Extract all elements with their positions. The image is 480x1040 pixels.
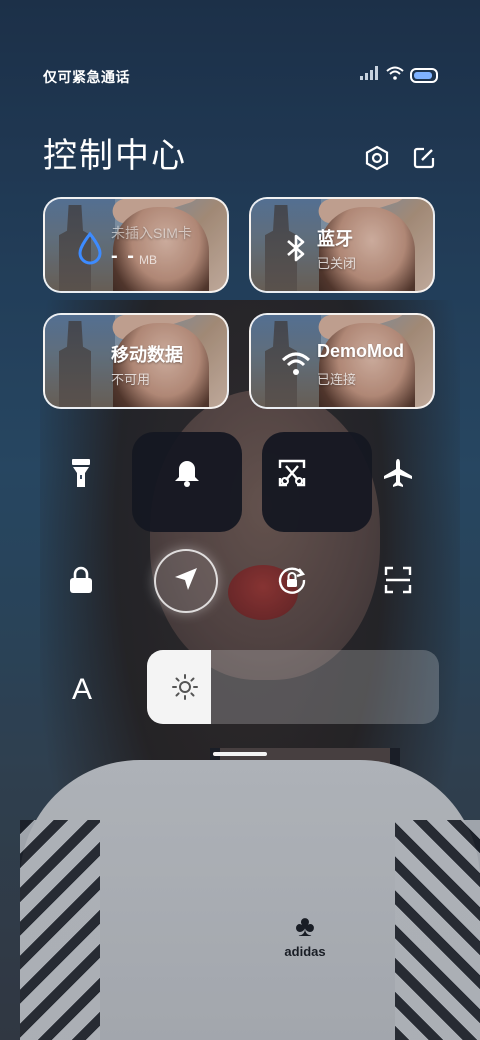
mobile-data-tile[interactable]: 移动数据 不可用 — [43, 313, 229, 409]
wifi-tile[interactable]: DemoMod 已连接 — [249, 313, 435, 409]
flashlight-icon — [70, 458, 92, 493]
data-usage-unit: MB — [139, 253, 157, 267]
font-size-button[interactable]: A — [62, 670, 102, 710]
flashlight-toggle[interactable] — [49, 443, 113, 507]
data-drop-icon — [73, 231, 107, 265]
gear-icon — [364, 145, 390, 176]
scan-icon — [383, 565, 413, 600]
bluetooth-icon — [279, 231, 313, 265]
bluetooth-status: 已关闭 — [317, 256, 357, 271]
edit-icon — [411, 145, 437, 176]
bluetooth-label: 蓝牙 — [317, 229, 353, 249]
rotation-lock-toggle[interactable] — [260, 550, 324, 614]
mute-toggle[interactable] — [155, 443, 219, 507]
mobile-data-status: 不可用 — [111, 372, 151, 387]
data-usage-tile[interactable]: 未插入SIM卡 - - MB — [43, 197, 229, 293]
scanner-toggle[interactable] — [366, 550, 430, 614]
status-icons — [360, 66, 438, 85]
screenshot-icon — [277, 458, 307, 493]
wifi-icon — [386, 66, 404, 85]
brightness-slider[interactable] — [147, 650, 439, 724]
status-bar: 仅可紧急通话 — [0, 62, 480, 90]
settings-button[interactable] — [363, 145, 391, 176]
edit-button[interactable] — [410, 146, 438, 174]
sim-status-label: 未插入SIM卡 — [111, 225, 192, 241]
data-usage-value: - - — [111, 245, 136, 267]
airplane-icon — [382, 457, 414, 494]
battery-fill — [414, 72, 432, 79]
page-title: 控制中心 — [43, 137, 187, 175]
battery-icon — [410, 68, 438, 83]
bell-icon — [173, 458, 201, 493]
wifi-icon — [279, 347, 313, 381]
wifi-status: 已连接 — [317, 372, 357, 387]
home-indicator[interactable] — [213, 752, 267, 756]
lock-screen-toggle[interactable] — [49, 550, 113, 614]
rotation-lock-icon — [276, 564, 308, 601]
location-arrow-icon — [173, 566, 199, 597]
wifi-network-label: DemoMod — [317, 341, 404, 361]
bluetooth-tile[interactable]: 蓝牙 已关闭 — [249, 197, 435, 293]
screenshot-toggle[interactable] — [260, 443, 324, 507]
carrier-status: 仅可紧急通话 — [43, 69, 130, 85]
signal-icon — [360, 66, 380, 85]
mobile-data-label: 移动数据 — [111, 345, 183, 365]
lock-icon — [68, 565, 94, 600]
airplane-mode-toggle[interactable] — [366, 443, 430, 507]
sun-icon — [171, 673, 199, 701]
location-toggle[interactable] — [154, 549, 218, 613]
